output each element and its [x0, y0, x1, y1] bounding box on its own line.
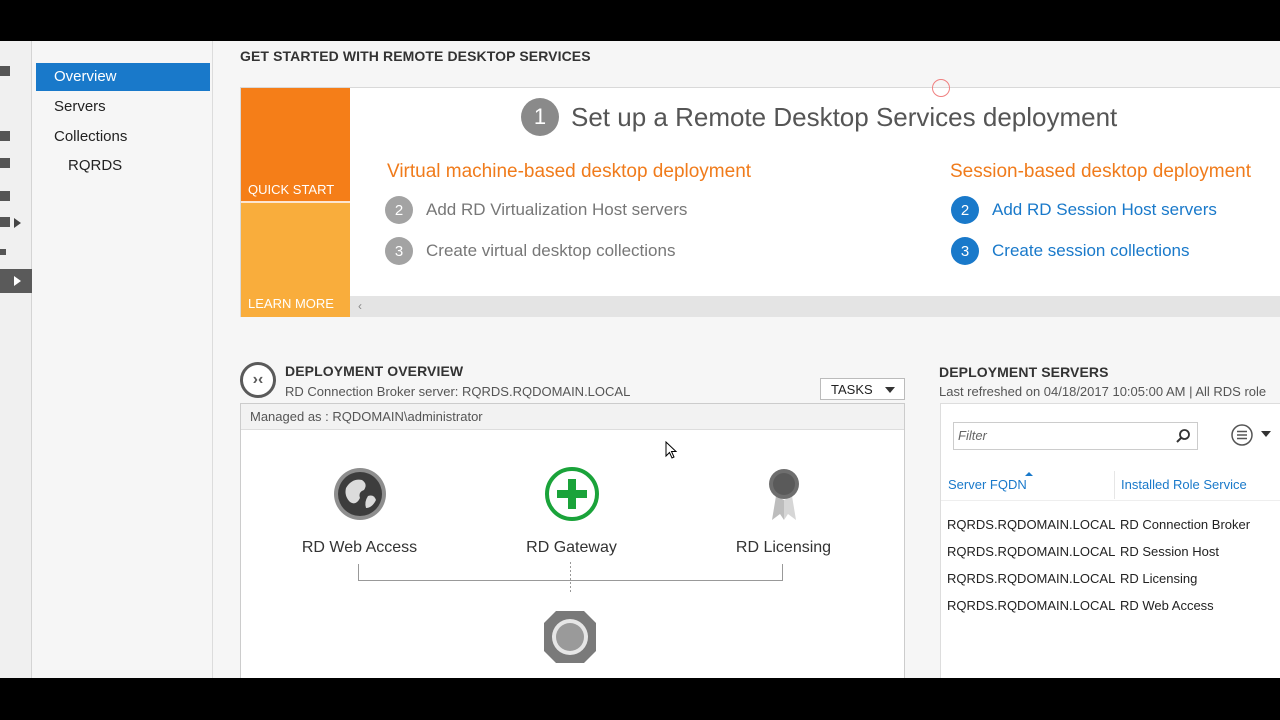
- nav-item-rqrds[interactable]: RQRDS: [36, 152, 210, 180]
- server-fqdn-cell: RQRDS.RQDOMAIN.LOCAL: [947, 517, 1116, 532]
- rd-connection-broker-role[interactable]: [542, 609, 598, 670]
- create-virtual-desktop-collections-step[interactable]: 3 Create virtual desktop collections: [385, 237, 675, 265]
- iis-icon[interactable]: [0, 217, 10, 227]
- managed-as-bar: Managed as : RQDOMAIN\administrator: [241, 404, 904, 430]
- table-row[interactable]: RQRDS.RQDOMAIN.LOCAL RD Session Host: [941, 539, 1280, 566]
- headline-text: Set up a Remote Desktop Services deploym…: [571, 101, 1118, 132]
- add-plus-icon: [544, 467, 599, 521]
- column-divider[interactable]: [1114, 471, 1115, 499]
- session-deployment-title[interactable]: Session-based desktop deployment: [950, 161, 1251, 183]
- globe-icon: [333, 468, 386, 520]
- nav-item-servers[interactable]: Servers: [36, 93, 210, 121]
- license-ribbon-icon: [768, 469, 799, 520]
- servers-grid-header: Server FQDN Installed Role Service: [941, 471, 1280, 501]
- search-icon[interactable]: [1175, 428, 1191, 444]
- chevron-down-icon[interactable]: [1261, 431, 1271, 437]
- all-servers-icon[interactable]: [0, 158, 10, 168]
- sort-ascending-icon: [1025, 472, 1033, 476]
- connection-broker-icon: [544, 611, 596, 663]
- scroll-left-icon[interactable]: ‹: [358, 299, 362, 313]
- tile-divider: [241, 201, 350, 203]
- local-server-icon[interactable]: [0, 131, 10, 141]
- role-service-cell: RD Web Access: [1120, 598, 1214, 613]
- learn-more-tile[interactable]: LEARN MORE: [241, 203, 350, 317]
- expand-arrow-icon[interactable]: [14, 276, 21, 286]
- dot-icon: [0, 249, 6, 255]
- list-view-icon[interactable]: [1229, 422, 1255, 448]
- quick-start-tile[interactable]: QUICK START: [241, 88, 350, 203]
- rd-web-access-role[interactable]: RD Web Access: [297, 466, 422, 557]
- role-service-cell: RD Licensing: [1120, 571, 1198, 586]
- table-row[interactable]: RQRDS.RQDOMAIN.LOCAL RD Connection Broke…: [941, 512, 1280, 539]
- step-badge: 3: [951, 237, 979, 265]
- rd-web-access-label: RD Web Access: [301, 539, 418, 556]
- server-fqdn-cell: RQRDS.RQDOMAIN.LOCAL: [947, 571, 1116, 586]
- quick-start-panel: QUICK START LEARN MORE 1 Set up a Remote…: [240, 87, 1280, 317]
- create-session-collections-step[interactable]: 3 Create session collections: [951, 237, 1189, 265]
- connector-line: [782, 564, 783, 580]
- setup-headline: 1 Set up a Remote Desktop Services deplo…: [521, 98, 1117, 136]
- step-label: Create virtual desktop collections: [426, 241, 676, 260]
- chevron-down-icon: [885, 387, 895, 393]
- vm-deployment-title[interactable]: Virtual machine-based desktop deployment: [387, 161, 751, 183]
- role-service-cell: RD Session Host: [1120, 544, 1219, 559]
- left-icon-strip: [0, 41, 32, 678]
- rd-licensing-label: RD Licensing: [735, 539, 832, 556]
- mouse-pointer-icon: [665, 441, 678, 459]
- add-virtualization-host-step[interactable]: 2 Add RD Virtualization Host servers: [385, 196, 687, 224]
- table-row[interactable]: RQRDS.RQDOMAIN.LOCAL RD Web Access: [941, 593, 1280, 620]
- connector-line: [358, 564, 359, 580]
- server-fqdn-cell: RQRDS.RQDOMAIN.LOCAL: [947, 544, 1116, 559]
- expand-arrow-icon[interactable]: [14, 218, 21, 228]
- tasks-label: TASKS: [831, 381, 873, 397]
- nav-item-collections[interactable]: Collections: [36, 123, 210, 151]
- filter-placeholder: Filter: [958, 428, 987, 443]
- rd-gateway-label: RD Gateway: [526, 539, 617, 556]
- role-service-cell: RD Connection Broker: [1120, 517, 1251, 532]
- step-1-badge: 1: [521, 98, 559, 136]
- deployment-diagram-panel: Managed as : RQDOMAIN\administrator RD W…: [240, 403, 905, 678]
- rd-gateway-role[interactable]: RD Gateway: [509, 466, 634, 557]
- table-row[interactable]: RQRDS.RQDOMAIN.LOCAL RD Licensing: [941, 566, 1280, 593]
- deployment-overview-icon: ›‹: [240, 362, 276, 398]
- step-label: Create session collections: [992, 241, 1190, 260]
- connector-line: [570, 562, 571, 594]
- click-marker: [932, 79, 950, 97]
- step-label: Add RD Session Host servers: [992, 200, 1217, 219]
- step-badge: 3: [385, 237, 413, 265]
- quick-start-scrollbar[interactable]: ‹: [350, 296, 1280, 317]
- connection-broker-line: RD Connection Broker server: RQRDS.RQDOM…: [285, 384, 631, 399]
- step-badge: 2: [385, 196, 413, 224]
- tasks-button[interactable]: TASKS: [820, 378, 905, 400]
- step-badge: 2: [951, 196, 979, 224]
- main-content: GET STARTED WITH REMOTE DESKTOP SERVICES…: [213, 41, 1280, 678]
- deployment-servers-panel: Filter Server FQDN Installed Role Servic…: [940, 403, 1280, 678]
- deployment-servers-title: DEPLOYMENT SERVERS: [939, 364, 1109, 380]
- server-fqdn-cell: RQRDS.RQDOMAIN.LOCAL: [947, 598, 1116, 613]
- deployment-overview-title: DEPLOYMENT OVERVIEW: [285, 363, 464, 379]
- dashboard-icon[interactable]: [0, 66, 10, 76]
- quick-start-label: QUICK START: [248, 182, 335, 197]
- remote-desktop-services-nav[interactable]: [0, 269, 32, 293]
- rds-navigation: Overview Servers Collections RQRDS: [32, 41, 213, 678]
- last-refreshed-text: Last refreshed on 04/18/2017 10:05:00 AM…: [939, 384, 1267, 399]
- step-label: Add RD Virtualization Host servers: [426, 200, 688, 219]
- nav-item-overview[interactable]: Overview: [36, 63, 210, 91]
- learn-more-label: LEARN MORE: [248, 296, 334, 311]
- filter-input[interactable]: Filter: [953, 422, 1198, 450]
- column-installed-role-service[interactable]: Installed Role Service: [1121, 477, 1247, 492]
- get-started-title: GET STARTED WITH REMOTE DESKTOP SERVICES: [240, 48, 591, 64]
- file-storage-icon[interactable]: [0, 191, 10, 201]
- server-manager-window: Overview Servers Collections RQRDS GET S…: [0, 41, 1280, 678]
- column-server-fqdn[interactable]: Server FQDN: [948, 477, 1027, 492]
- rd-licensing-role[interactable]: RD Licensing: [721, 466, 846, 557]
- add-session-host-step[interactable]: 2 Add RD Session Host servers: [951, 196, 1217, 224]
